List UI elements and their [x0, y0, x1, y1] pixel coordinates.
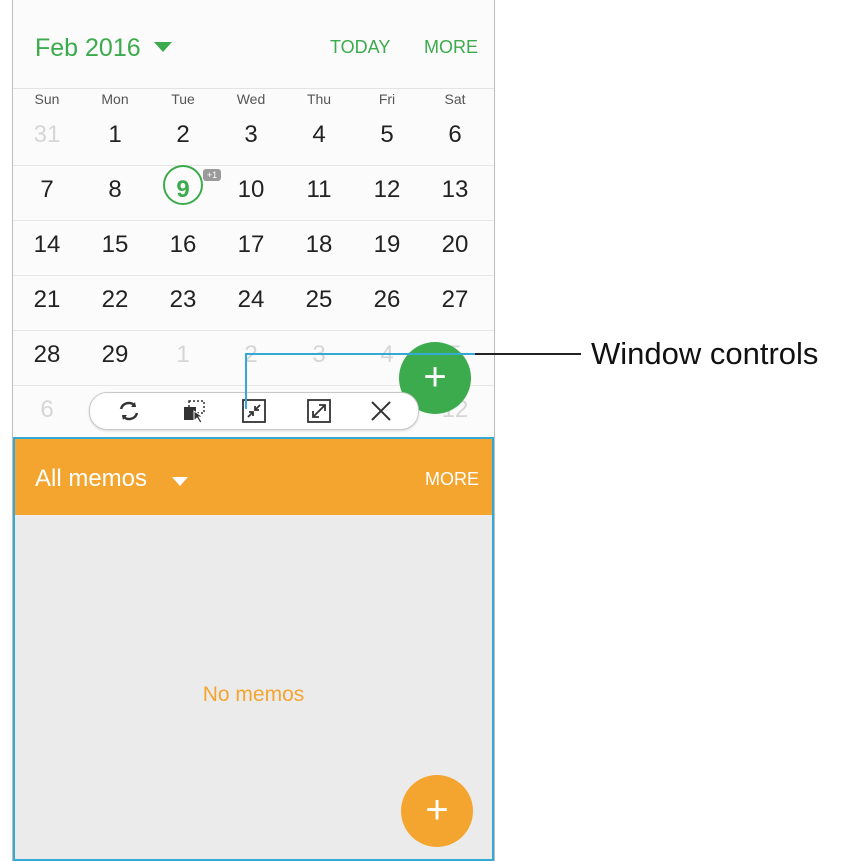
- week-row: 21 22 23 24 25 26 27: [13, 276, 494, 331]
- week-row: 31 1 2 3 4 5 6: [13, 111, 494, 166]
- week-row: 7 8 9 10 11 12 13: [13, 166, 494, 221]
- day-cell[interactable]: 2: [153, 121, 213, 149]
- weekday-label: Tue: [171, 91, 195, 107]
- week-row: 14 15 16 17 18 19 20: [13, 221, 494, 276]
- today-highlight: [163, 165, 203, 205]
- day-cell[interactable]: 16: [153, 231, 213, 259]
- day-cell[interactable]: 8: [85, 176, 145, 204]
- day-cell[interactable]: 19: [357, 231, 417, 259]
- callout-line: [475, 353, 581, 355]
- memo-filter-title[interactable]: All memos: [35, 465, 147, 493]
- calendar-more-button[interactable]: MORE: [424, 37, 478, 58]
- add-memo-button[interactable]: +: [401, 775, 473, 847]
- day-cell[interactable]: 2: [221, 341, 281, 369]
- day-cell[interactable]: 3: [289, 341, 349, 369]
- memo-dropdown-icon[interactable]: [172, 477, 188, 486]
- day-cell[interactable]: 17: [221, 231, 281, 259]
- maximize-icon[interactable]: [305, 397, 333, 425]
- empty-state-text: No memos: [202, 683, 305, 706]
- day-cell[interactable]: 15: [85, 231, 145, 259]
- day-cell[interactable]: 1: [85, 121, 145, 149]
- weekday-label: Mon: [101, 91, 129, 107]
- month-title[interactable]: Feb 2016: [35, 34, 141, 63]
- weekday-label: Thu: [306, 91, 332, 107]
- day-cell[interactable]: 18: [289, 231, 349, 259]
- weekday-header: Sun Mon Tue Wed Thu Fri Sat: [13, 89, 494, 111]
- today-button[interactable]: TODAY: [330, 37, 390, 58]
- day-cell[interactable]: 6: [17, 396, 77, 424]
- weekday-label: Sun: [34, 91, 60, 107]
- plus-icon: +: [423, 355, 447, 399]
- callout-line: [245, 353, 247, 409]
- day-cell[interactable]: 25: [289, 286, 349, 314]
- weekday-label: Wed: [236, 91, 266, 107]
- day-cell[interactable]: 10: [221, 176, 281, 204]
- day-cell[interactable]: 28: [17, 341, 77, 369]
- day-cell[interactable]: 20: [425, 231, 485, 259]
- day-cell[interactable]: 24: [221, 286, 281, 314]
- memo-more-button[interactable]: MORE: [425, 469, 479, 490]
- day-cell[interactable]: 27: [425, 286, 485, 314]
- day-cell[interactable]: 29: [85, 341, 145, 369]
- window-controls-bar: [89, 392, 419, 430]
- day-cell[interactable]: 5: [357, 121, 417, 149]
- day-cell[interactable]: 31: [17, 121, 77, 149]
- day-cell[interactable]: 6: [425, 121, 485, 149]
- close-icon[interactable]: [367, 397, 395, 425]
- event-count-badge: +1: [203, 169, 221, 181]
- weekday-label: Sat: [444, 91, 466, 107]
- memo-window: All memos MORE No memos +: [13, 437, 494, 861]
- weekday-label: Fri: [378, 91, 396, 107]
- calendar-header: Feb 2016 TODAY MORE: [13, 0, 494, 89]
- day-cell[interactable]: 13: [425, 176, 485, 204]
- day-cell[interactable]: 3: [221, 121, 281, 149]
- day-cell[interactable]: 26: [357, 286, 417, 314]
- memo-header: All memos MORE: [15, 439, 492, 515]
- day-cell[interactable]: 12: [357, 176, 417, 204]
- phone-screen: Feb 2016 TODAY MORE Sun Mon Tue Wed Thu …: [12, 0, 495, 861]
- day-cell[interactable]: 4: [289, 121, 349, 149]
- drag-and-drop-icon[interactable]: [180, 397, 208, 425]
- window-controls-callout: Window controls: [591, 336, 819, 371]
- day-cell[interactable]: 22: [85, 286, 145, 314]
- day-cell[interactable]: 23: [153, 286, 213, 314]
- day-cell[interactable]: 7: [17, 176, 77, 204]
- day-cell[interactable]: 21: [17, 286, 77, 314]
- day-cell[interactable]: 11: [289, 176, 349, 204]
- day-cell[interactable]: 14: [17, 231, 77, 259]
- swap-windows-icon[interactable]: [115, 397, 143, 425]
- plus-icon: +: [425, 788, 449, 832]
- month-dropdown-icon[interactable]: [154, 42, 172, 52]
- day-cell[interactable]: 1: [153, 341, 213, 369]
